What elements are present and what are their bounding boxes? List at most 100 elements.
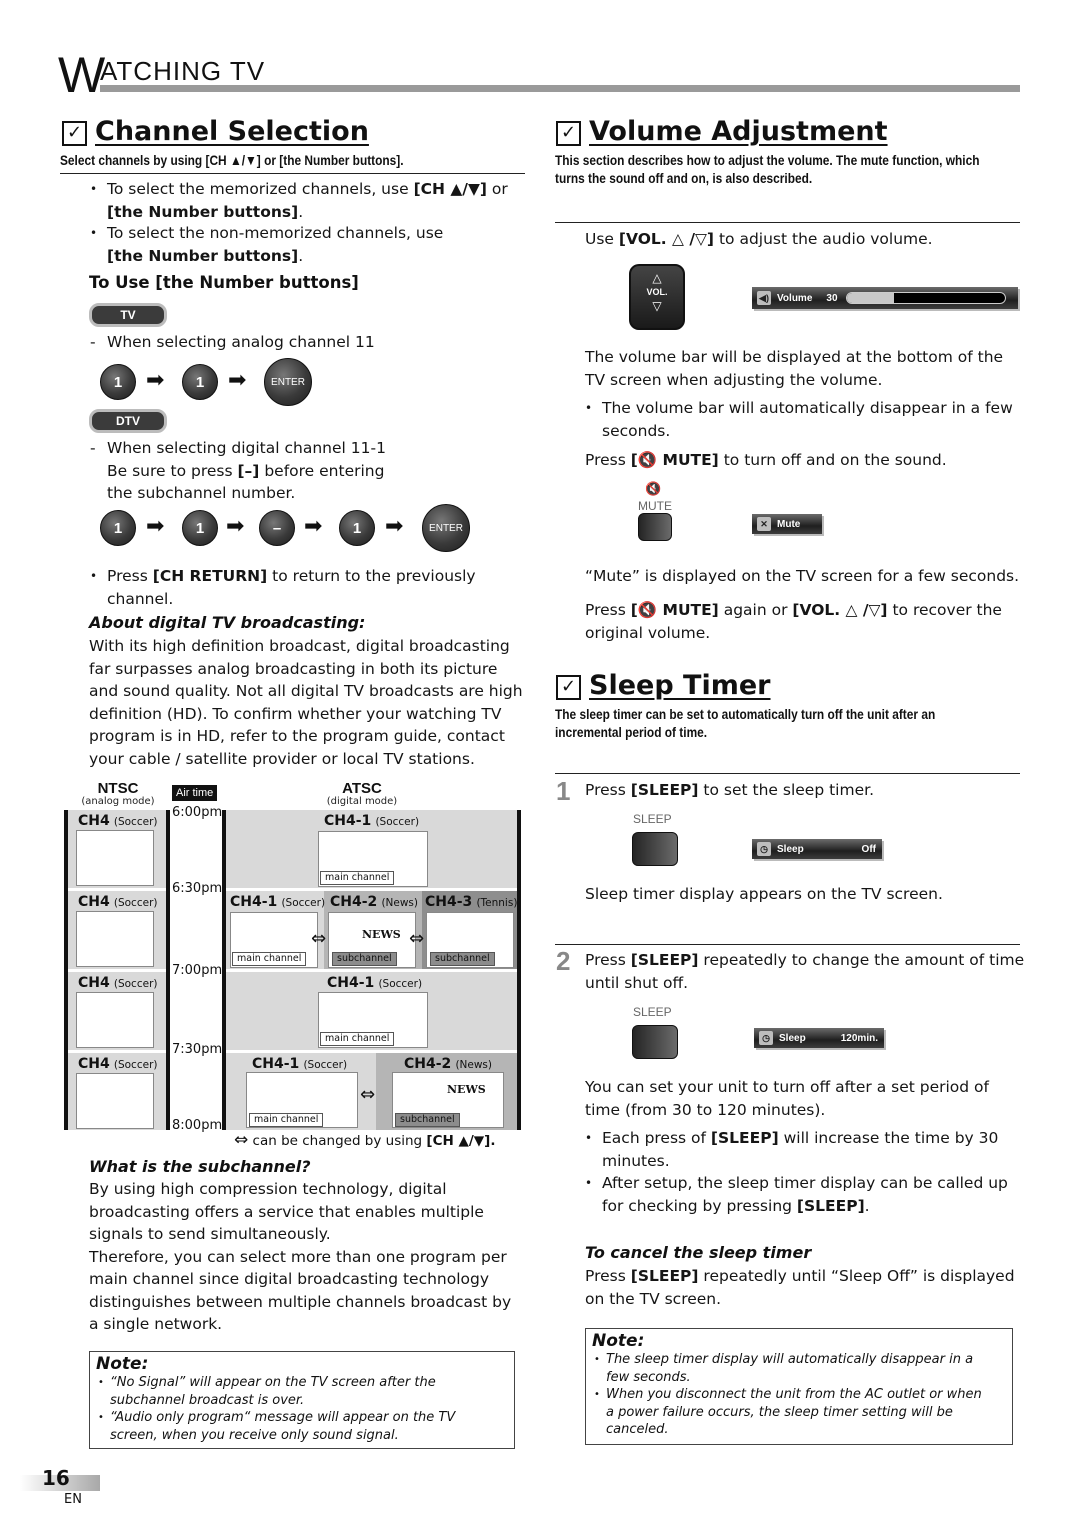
switch-arrow-icon: ⇔ — [234, 1130, 249, 1150]
vol-label: VOL. — [646, 287, 668, 297]
analog-channel-label: CH4 (Soccer) — [78, 813, 158, 829]
note-heading: Note: — [96, 1354, 149, 1374]
ntsc-sublabel: (analog mode) — [81, 796, 155, 807]
mute-osd-bar: ✕ Mute — [752, 514, 822, 534]
volume-title: Volume Adjustment — [589, 116, 888, 147]
analog-channel-label: CH4 (Soccer) — [78, 975, 158, 991]
dtv-mode-pill: DTV — [89, 409, 167, 433]
sleep-button — [632, 832, 678, 866]
volume-heading: ✓ Volume Adjustment — [556, 116, 888, 148]
vol-down-icon: ▽ — [652, 299, 662, 313]
digital-column-border — [517, 810, 521, 1130]
atsc-label: ATSC — [342, 780, 382, 797]
chapter-rule — [100, 85, 1020, 92]
step1-text: Press [SLEEP] to set the sleep timer. — [585, 781, 874, 799]
remote-key-dash: – — [259, 510, 295, 546]
cancel-sleep-text: Press [SLEEP] repeatedly until “Sleep Of… — [585, 1267, 1015, 1308]
digital-caption: When selecting digital channel 11-1 Be s… — [90, 437, 507, 505]
chapter-initial: W — [58, 47, 106, 103]
checkbox-icon: ✓ — [556, 675, 581, 700]
sleep-osd-bar-off: ◷ Sleep Off — [752, 839, 882, 859]
channel-selection-title: Channel Selection — [95, 116, 369, 147]
page-number: 16 — [42, 1466, 70, 1490]
subchannel-body: By using high compression technology, di… — [89, 1180, 512, 1333]
about-digital-heading: About digital TV broadcasting: — [89, 613, 366, 632]
switch-arrow-icon: ⇔ — [360, 1084, 376, 1105]
note-item: The sleep timer display will automatical… — [592, 1351, 1006, 1386]
main-channel-tag: main channel — [320, 1032, 395, 1046]
digital-channel-label: CH4-1 (Soccer) — [327, 975, 423, 991]
mute-button-label: MUTE — [638, 499, 672, 513]
sleep-button — [632, 1025, 678, 1059]
soccer-picture — [76, 992, 154, 1048]
note-heading: Note: — [592, 1331, 645, 1351]
sleep-osd-label: Sleep — [779, 1032, 806, 1044]
step-number: 1 — [556, 776, 571, 806]
ntsc-atsc-diagram: NTSC (analog mode) Air time ATSC (digita… — [62, 780, 532, 1155]
sleep-osd-bar-120: ◷ Sleep 120min. — [754, 1028, 884, 1048]
switch-arrow-icon: ⇔ — [409, 928, 425, 949]
arrow-right-icon: ➡ — [228, 368, 247, 393]
main-channel-tag: main channel — [232, 952, 307, 966]
volume-level-fill — [846, 293, 894, 303]
timer-icon: ◷ — [757, 842, 771, 856]
ntsc-label: NTSC — [97, 780, 139, 797]
time-label: 6:30pm — [172, 881, 223, 896]
volume-subtitle: This section describes how to adjust the… — [555, 152, 980, 186]
recover-volume-text: Press [🔇 MUTE] again or [VOL. △ /▽] to r… — [585, 601, 1002, 642]
remote-key-1: 1 — [182, 510, 218, 546]
note-item: When you disconnect the unit from the AC… — [592, 1386, 1006, 1439]
checkbox-icon: ✓ — [62, 121, 87, 146]
sleep-osd-value: Off — [861, 843, 876, 855]
airtime-label: Air time — [172, 785, 218, 801]
time-label: 7:30pm — [172, 1042, 223, 1057]
step-number: 2 — [556, 946, 571, 976]
volume-osd-bar: ◀) Volume 30 — [752, 287, 1018, 309]
divider — [555, 222, 1020, 223]
digital-channel-label: CH4-1 (Soccer) — [324, 813, 420, 829]
remote-key-1: 1 — [100, 364, 136, 400]
channel-selection-heading: ✓ Channel Selection — [62, 116, 369, 148]
subchannel-heading: What is the subchannel? — [89, 1157, 311, 1176]
arrow-right-icon: ➡ — [146, 514, 165, 539]
diagram-legend: ⇔ can be changed by using [CH ▲/▼]. — [234, 1130, 496, 1150]
arrow-right-icon: ➡ — [385, 514, 404, 539]
arrow-right-icon: ➡ — [226, 514, 245, 539]
analog-channel-label: CH4 (Soccer) — [78, 894, 158, 910]
switch-arrow-icon: ⇔ — [311, 928, 327, 949]
sleep-title: Sleep Timer — [589, 670, 771, 701]
divider — [555, 773, 1020, 774]
remote-key-1: 1 — [100, 510, 136, 546]
volume-track — [845, 292, 1006, 304]
soccer-picture — [76, 911, 154, 967]
remote-key-enter: ENTER — [422, 504, 470, 552]
language-code: EN — [64, 1492, 82, 1507]
volume-osd-label: Volume — [777, 292, 813, 304]
sleep-subtitle: The sleep timer can be set to automatica… — [555, 706, 936, 740]
vol-button: △ VOL. ▽ — [629, 264, 685, 330]
step1-after-text: Sleep timer display appears on the TV sc… — [585, 885, 943, 903]
divider — [555, 944, 1020, 945]
step2-after-text: You can set your unit to turn off after … — [585, 1078, 989, 1119]
ch-return-bullet: Press [CH RETURN] to return to the previ… — [90, 565, 527, 610]
mute-osd-label: Mute — [777, 518, 801, 530]
sleep-osd-label: Sleep — [777, 843, 804, 855]
sleep-bullet-callup: After setup, the sleep timer display can… — [585, 1172, 1008, 1217]
checkbox-icon: ✓ — [556, 121, 581, 146]
news-label: NEWS — [362, 928, 401, 941]
speaker-icon: ◀) — [757, 291, 771, 305]
mute-instruction: Press [🔇 MUTE] to turn off and on the so… — [585, 451, 947, 469]
remote-key-enter: ENTER — [264, 358, 312, 406]
subchannel-tag: subchannel — [430, 952, 495, 966]
soccer-picture — [76, 1073, 154, 1129]
digital-channel-label: CH4-2 (News) — [404, 1056, 493, 1072]
sleep-button-label: SLEEP — [633, 1005, 672, 1019]
bullet-memorized: To select the memorized channels, use [C… — [90, 178, 527, 223]
step2-text: Press [SLEEP] repeatedly to change the a… — [585, 951, 1025, 992]
note-item: “Audio only program“ message will appear… — [96, 1409, 508, 1444]
bullet-non-memorized: To select the non-memorized channels, us… — [90, 222, 527, 267]
analog-column-border — [166, 810, 170, 1130]
about-digital-body: With its high definition broadcast, digi… — [89, 637, 523, 768]
channel-selection-subtitle: Select channels by using [CH ▲/▼] or [th… — [60, 152, 404, 168]
remote-key-1: 1 — [339, 510, 375, 546]
